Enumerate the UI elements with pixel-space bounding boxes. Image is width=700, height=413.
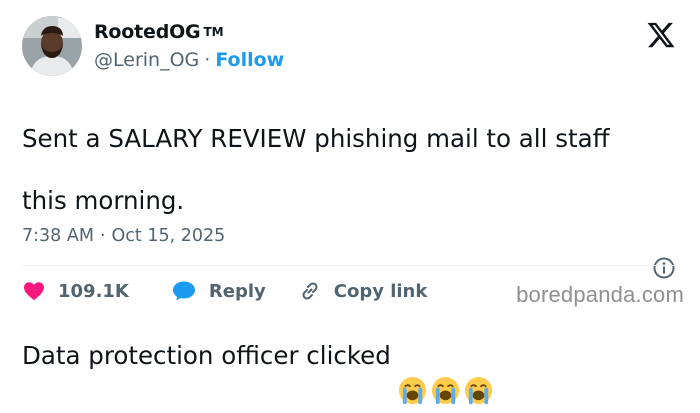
- info-icon[interactable]: [652, 256, 676, 280]
- reply-label: Reply: [208, 280, 266, 302]
- separator-dot: ·: [204, 49, 211, 71]
- tweet-line-1: Sent a SALARY REVIEW phishing mail to al…: [22, 124, 610, 153]
- loudly-crying-face-icon: [397, 344, 428, 405]
- display-name[interactable]: RootedOG: [94, 21, 201, 43]
- like-button[interactable]: 109.1K: [22, 279, 129, 303]
- tweet-card: RootedOG TM @Lerin_OG · Follow Sent a SA…: [0, 0, 700, 405]
- tweet-line-2: this morning.: [22, 186, 185, 215]
- watermark: boredpanda.com: [516, 282, 684, 307]
- x-logo-icon[interactable]: [646, 20, 676, 50]
- tweet-date: Oct 15, 2025: [111, 226, 226, 246]
- tweet-text: Sent a SALARY REVIEW phishing mail to al…: [22, 92, 672, 406]
- user-handle[interactable]: @Lerin_OG: [94, 49, 199, 71]
- emoji-row: [397, 344, 494, 405]
- trademark-symbol: TM: [203, 25, 224, 39]
- tweet-line-3-wrap: Data protection officer clicked: [22, 309, 672, 405]
- tweet-timestamp[interactable]: 7:38 AM · Oct 15, 2025: [22, 226, 225, 246]
- copy-link-button[interactable]: Copy link: [298, 279, 428, 303]
- heart-icon: [24, 282, 44, 301]
- author-handle-line: @Lerin_OG · Follow: [94, 46, 284, 74]
- tweet-line-3: Data protection officer clicked: [22, 341, 391, 370]
- tweet-time: 7:38 AM: [22, 226, 94, 246]
- author-name-line: RootedOG TM: [94, 18, 224, 46]
- loudly-crying-face-icon: [463, 344, 494, 405]
- separator-dot: ·: [99, 226, 106, 246]
- action-bar: 109.1K Reply Copy link: [22, 276, 427, 306]
- copy-link-label: Copy link: [333, 280, 428, 302]
- reply-button[interactable]: Reply: [171, 279, 266, 303]
- link-icon: [302, 282, 318, 300]
- loudly-crying-face-icon: [430, 344, 461, 405]
- speech-bubble-icon: [172, 281, 195, 301]
- like-count: 109.1K: [58, 280, 129, 302]
- avatar[interactable]: [22, 16, 82, 76]
- divider: [22, 265, 678, 266]
- follow-button[interactable]: Follow: [215, 49, 284, 71]
